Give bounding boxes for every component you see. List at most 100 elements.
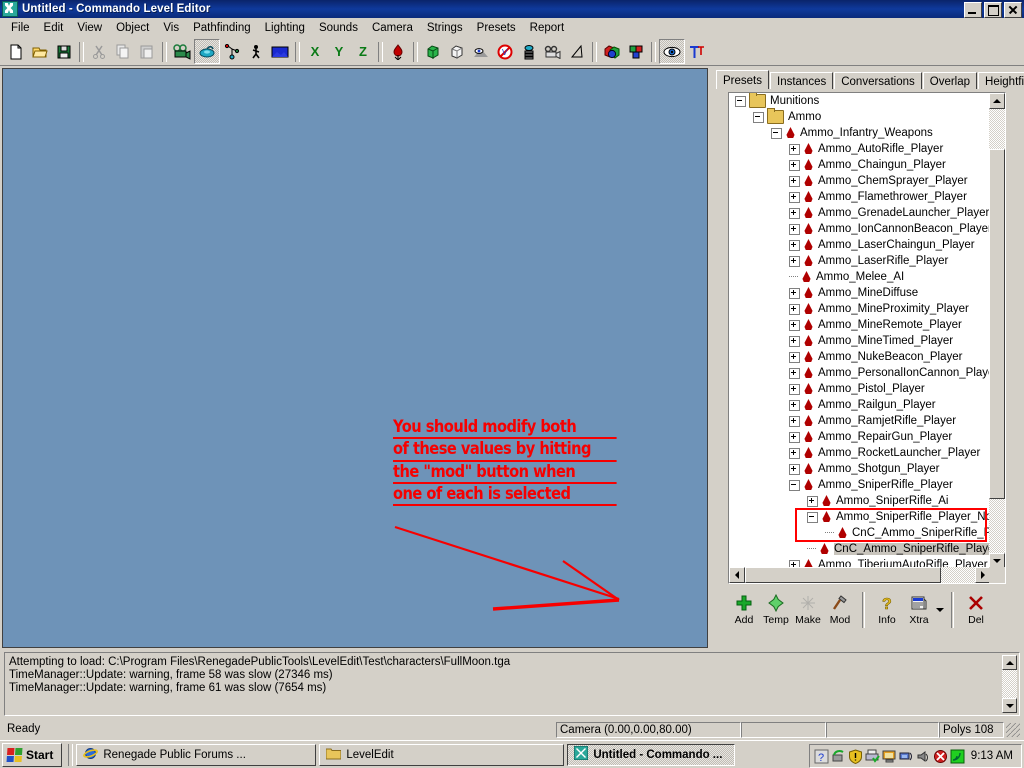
signal-green-icon[interactable] bbox=[950, 749, 965, 764]
lightmap-icon[interactable] bbox=[624, 40, 648, 63]
warning-shield-icon[interactable] bbox=[848, 749, 863, 764]
tree-item[interactable]: Ammo_AutoRifle_Player bbox=[729, 141, 991, 157]
del-button[interactable]: Del bbox=[960, 592, 992, 626]
expand-icon[interactable] bbox=[789, 176, 800, 187]
save-icon[interactable] bbox=[52, 40, 76, 63]
tree-horizontal-scrollbar[interactable] bbox=[729, 567, 991, 583]
taskbar-item-commando[interactable]: Untitled - Commando ... bbox=[567, 744, 735, 766]
expand-icon[interactable] bbox=[789, 192, 800, 203]
collapse-icon[interactable] bbox=[753, 112, 764, 123]
log-scroll-down-button[interactable] bbox=[1002, 698, 1017, 713]
expand-icon[interactable] bbox=[789, 368, 800, 379]
output-log[interactable]: Attempting to load: C:\Program Files\Ren… bbox=[4, 652, 1020, 716]
solid-box-icon[interactable] bbox=[445, 40, 469, 63]
tree-item[interactable]: Ammo_LaserRifle_Player bbox=[729, 253, 991, 269]
expand-icon[interactable] bbox=[789, 464, 800, 475]
expand-icon[interactable] bbox=[789, 336, 800, 347]
tree-item[interactable]: Ammo_Chaingun_Player bbox=[729, 157, 991, 173]
tree-item[interactable]: Ammo_MineTimed_Player bbox=[729, 333, 991, 349]
open-icon[interactable] bbox=[28, 40, 52, 63]
tree-item[interactable]: Ammo_ChemSprayer_Player bbox=[729, 173, 991, 189]
axis-y-button[interactable]: Y bbox=[327, 40, 351, 63]
tree-item[interactable]: CnC_Ammo_SniperRifle_Playe bbox=[729, 541, 991, 557]
info-button[interactable]: ? Info bbox=[871, 592, 903, 626]
copy-icon[interactable] bbox=[111, 40, 135, 63]
printer-check-icon[interactable] bbox=[865, 749, 880, 764]
expand-icon[interactable] bbox=[789, 208, 800, 219]
tree-item[interactable]: Ammo_SniperRifle_Player_Noc bbox=[729, 509, 991, 525]
xtra-button[interactable]: Xtra bbox=[903, 592, 935, 626]
no-vis-icon[interactable]: V bbox=[493, 40, 517, 63]
tree-item[interactable]: Ammo_MineProximity_Player bbox=[729, 301, 991, 317]
drop-to-ground-icon[interactable] bbox=[386, 40, 410, 63]
collapse-icon[interactable] bbox=[789, 480, 800, 491]
tree-item[interactable]: Ammo_Pistol_Player bbox=[729, 381, 991, 397]
minimize-button[interactable] bbox=[964, 2, 982, 18]
polygon-icon[interactable] bbox=[565, 40, 589, 63]
object-select-icon[interactable] bbox=[194, 39, 220, 64]
tree-item[interactable]: Ammo_RamjetRifle_Player bbox=[729, 413, 991, 429]
mod-button[interactable]: Mod bbox=[824, 592, 856, 626]
expand-icon[interactable] bbox=[789, 160, 800, 171]
menu-item-lighting[interactable]: Lighting bbox=[258, 20, 312, 36]
antivirus-alert-icon[interactable] bbox=[933, 749, 948, 764]
expand-icon[interactable] bbox=[789, 288, 800, 299]
tree-item[interactable]: Ammo_LaserChaingun_Player bbox=[729, 237, 991, 253]
tree-item[interactable]: Ammo bbox=[729, 109, 991, 125]
menu-item-strings[interactable]: Strings bbox=[420, 20, 470, 36]
text-tool-icon[interactable] bbox=[685, 40, 709, 63]
tree-item[interactable]: Ammo_Shotgun_Player bbox=[729, 461, 991, 477]
scroll-up-button[interactable] bbox=[989, 93, 1005, 109]
axis-z-button[interactable]: Z bbox=[351, 40, 375, 63]
tree-item[interactable]: CnC_Ammo_SniperRifle_P bbox=[729, 525, 991, 541]
walk-mode-icon[interactable] bbox=[244, 40, 268, 63]
tab-instances[interactable]: Instances bbox=[770, 72, 833, 89]
axis-x-button[interactable]: X bbox=[303, 40, 327, 63]
tab-heightfield[interactable]: Heightfield bbox=[978, 72, 1024, 89]
vis-camera-icon[interactable] bbox=[541, 40, 565, 63]
add-button[interactable]: Add bbox=[728, 592, 760, 626]
expand-icon[interactable] bbox=[789, 320, 800, 331]
make-button[interactable]: Make bbox=[792, 592, 824, 626]
expand-icon[interactable] bbox=[789, 224, 800, 235]
log-vertical-scrollbar[interactable] bbox=[1002, 655, 1017, 713]
background-icon[interactable] bbox=[268, 40, 292, 63]
expand-icon[interactable] bbox=[789, 240, 800, 251]
menu-item-camera[interactable]: Camera bbox=[365, 20, 420, 36]
preset-tree-container[interactable]: MunitionsAmmoAmmo_Infantry_WeaponsAmmo_A… bbox=[728, 92, 1006, 584]
menu-item-object[interactable]: Object bbox=[109, 20, 156, 36]
tree-item[interactable]: Munitions bbox=[729, 93, 991, 109]
expand-icon[interactable] bbox=[789, 144, 800, 155]
tree-item[interactable]: Ammo_MineRemote_Player bbox=[729, 317, 991, 333]
collapse-icon[interactable] bbox=[771, 128, 782, 139]
log-scroll-up-button[interactable] bbox=[1002, 655, 1017, 670]
taskbar-item-ie[interactable]: Renegade Public Forums ... bbox=[76, 744, 316, 766]
maximize-button[interactable] bbox=[984, 2, 1002, 18]
paste-icon[interactable] bbox=[135, 40, 159, 63]
tree-item[interactable]: Ammo_RepairGun_Player bbox=[729, 429, 991, 445]
camera-icon[interactable] bbox=[170, 40, 194, 63]
3d-viewport[interactable]: You should modify both of these values b… bbox=[2, 68, 708, 648]
tree-item[interactable]: Ammo_IonCannonBeacon_Player bbox=[729, 221, 991, 237]
tree-item[interactable]: Ammo_PersonalIonCannon_Player bbox=[729, 365, 991, 381]
preset-tree[interactable]: MunitionsAmmoAmmo_Infantry_WeaponsAmmo_A… bbox=[729, 93, 991, 569]
tree-item[interactable]: Ammo_SniperRifle_Ai bbox=[729, 493, 991, 509]
tree-item[interactable]: Ammo_GrenadeLauncher_Player bbox=[729, 205, 991, 221]
tab-overlap[interactable]: Overlap bbox=[923, 72, 977, 89]
tab-conversations[interactable]: Conversations bbox=[834, 72, 922, 89]
expand-icon[interactable] bbox=[789, 256, 800, 267]
menu-item-sounds[interactable]: Sounds bbox=[312, 20, 365, 36]
menu-item-file[interactable]: File bbox=[4, 20, 37, 36]
tree-item[interactable]: Ammo_Melee_AI bbox=[729, 269, 991, 285]
menu-item-pathfinding[interactable]: Pathfinding bbox=[186, 20, 258, 36]
expand-icon[interactable] bbox=[789, 384, 800, 395]
tab-presets[interactable]: Presets bbox=[716, 70, 769, 89]
cut-icon[interactable] bbox=[87, 40, 111, 63]
network-cable-icon[interactable] bbox=[831, 749, 846, 764]
wireframe-box-icon[interactable] bbox=[421, 40, 445, 63]
vis-points-icon[interactable] bbox=[469, 40, 493, 63]
expand-icon[interactable] bbox=[789, 352, 800, 363]
new-icon[interactable] bbox=[4, 40, 28, 63]
xtra-dropdown-button[interactable] bbox=[935, 592, 945, 628]
temp-button[interactable]: Temp bbox=[760, 592, 792, 626]
